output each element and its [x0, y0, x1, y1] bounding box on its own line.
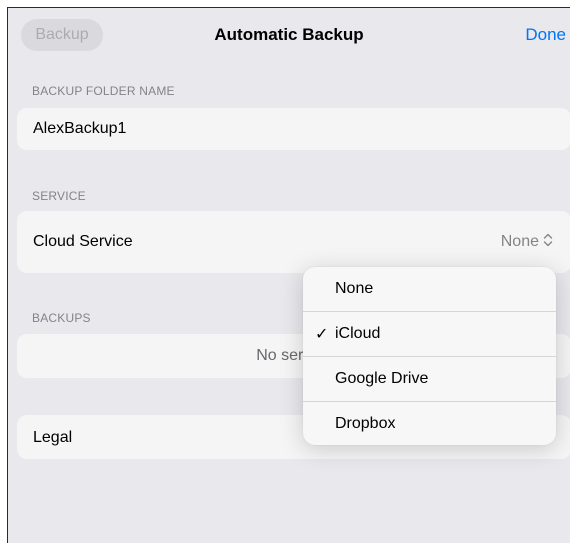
backups-section-header: BACKUPS	[32, 311, 91, 325]
cloud-service-value: None	[500, 233, 539, 250]
menu-item-label: Google Drive	[335, 370, 429, 387]
chevron-up-down-icon	[543, 233, 553, 252]
menu-item-label: iCloud	[335, 325, 381, 342]
cloud-service-label: Cloud Service	[33, 233, 133, 250]
menu-item-label: Dropbox	[335, 415, 396, 432]
menu-item-label: None	[335, 280, 374, 297]
navigation-bar: Backup Automatic Backup Done	[8, 8, 570, 60]
folder-name-field[interactable]: AlexBackup1	[17, 108, 570, 150]
checkmark-icon: ✓	[315, 326, 329, 343]
menu-item-dropbox[interactable]: Dropbox	[303, 402, 556, 445]
folder-name-section-header: BACKUP FOLDER NAME	[32, 84, 175, 98]
menu-item-google-drive[interactable]: Google Drive	[303, 357, 556, 401]
cloud-service-selector[interactable]: None	[501, 233, 553, 252]
menu-item-none[interactable]: None	[303, 267, 556, 311]
menu-item-icloud[interactable]: ✓ iCloud	[303, 312, 556, 356]
cloud-service-menu: None ✓ iCloud Google Drive Dropbox	[303, 267, 556, 445]
folder-name-value[interactable]: AlexBackup1	[33, 120, 126, 138]
backup-settings-sheet: Backup Automatic Backup Done BACKUP FOLD…	[7, 7, 570, 543]
page-title: Automatic Backup	[214, 25, 364, 44]
legal-label: Legal	[33, 429, 73, 446]
service-section-header: SERVICE	[32, 189, 86, 203]
cloud-service-row[interactable]: Cloud Service None	[17, 211, 570, 273]
done-button[interactable]: Done	[525, 25, 566, 45]
